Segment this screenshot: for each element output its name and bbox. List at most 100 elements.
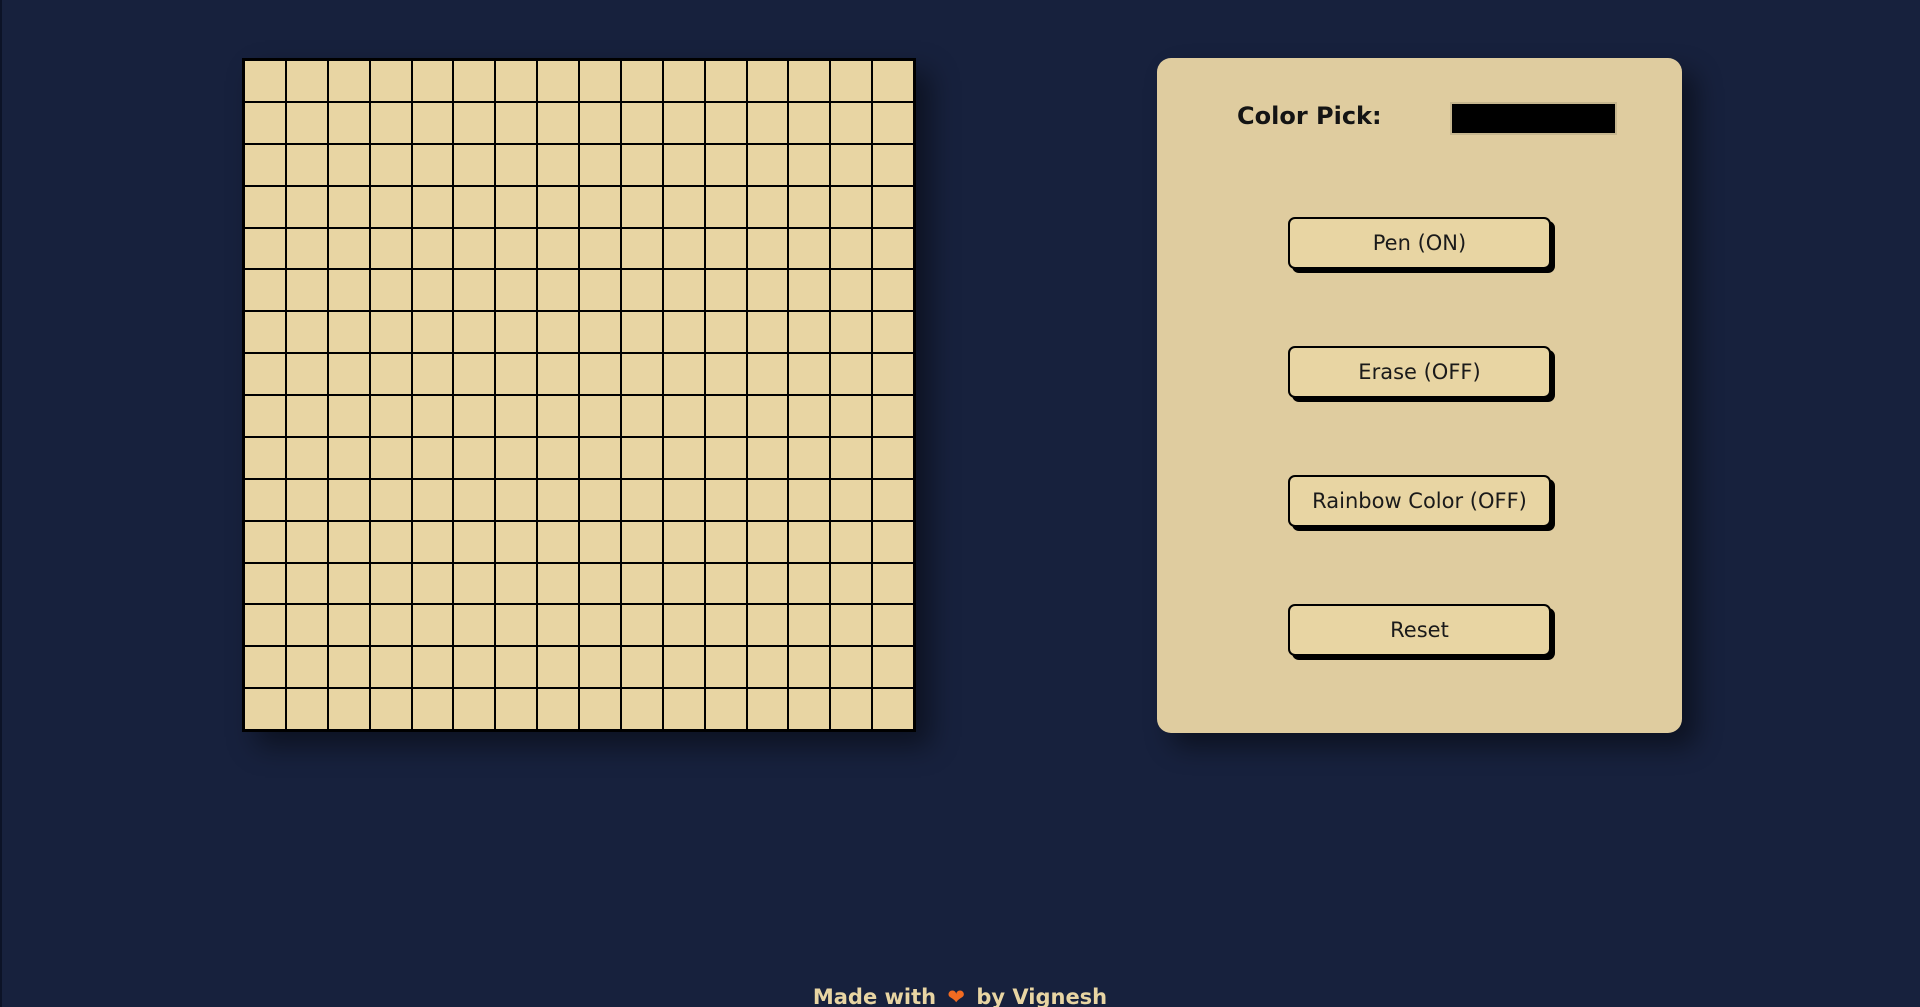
grid-cell[interactable] <box>788 478 831 521</box>
grid-cell[interactable] <box>537 520 579 563</box>
grid-cell[interactable] <box>327 646 370 689</box>
grid-cell[interactable] <box>662 520 705 563</box>
grid-cell[interactable] <box>327 269 370 312</box>
grid-cell[interactable] <box>662 688 705 730</box>
grid-cell[interactable] <box>662 395 705 437</box>
grid-cell[interactable] <box>662 269 705 312</box>
grid-cell[interactable] <box>411 520 454 563</box>
grid-cell[interactable] <box>495 311 538 354</box>
grid-cell[interactable] <box>788 436 831 479</box>
grid-cell[interactable] <box>579 311 621 354</box>
grid-cell[interactable] <box>830 478 873 521</box>
grid-cell[interactable] <box>285 646 328 689</box>
grid-cell[interactable] <box>411 227 454 270</box>
grid-cell[interactable] <box>244 436 286 479</box>
grid-cell[interactable] <box>244 185 286 228</box>
grid-cell[interactable] <box>704 227 747 270</box>
grid-cell[interactable] <box>495 520 538 563</box>
grid-cell[interactable] <box>620 353 663 395</box>
grid-cell[interactable] <box>788 604 831 647</box>
grid-cell[interactable] <box>704 269 747 312</box>
grid-cell[interactable] <box>579 688 621 730</box>
grid-cell[interactable] <box>453 520 496 563</box>
grid-cell[interactable] <box>537 646 579 689</box>
grid-cell[interactable] <box>369 395 412 437</box>
grid-cell[interactable] <box>746 395 789 437</box>
grid-cell[interactable] <box>704 646 747 689</box>
grid-cell[interactable] <box>830 436 873 479</box>
grid-cell[interactable] <box>872 604 914 647</box>
grid-cell[interactable] <box>537 311 579 354</box>
grid-cell[interactable] <box>788 688 831 730</box>
grid-cell[interactable] <box>537 60 579 102</box>
grid-cell[interactable] <box>495 60 538 102</box>
grid-cell[interactable] <box>495 604 538 647</box>
grid-cell[interactable] <box>537 269 579 312</box>
grid-cell[interactable] <box>537 436 579 479</box>
sketch-grid[interactable] <box>242 58 916 732</box>
grid-cell[interactable] <box>579 520 621 563</box>
grid-cell[interactable] <box>411 478 454 521</box>
grid-cell[interactable] <box>704 311 747 354</box>
grid-cell[interactable] <box>285 185 328 228</box>
grid-cell[interactable] <box>579 436 621 479</box>
grid-cell[interactable] <box>369 60 412 102</box>
grid-cell[interactable] <box>244 520 286 563</box>
grid-cell[interactable] <box>579 101 621 144</box>
grid-cell[interactable] <box>746 646 789 689</box>
grid-cell[interactable] <box>244 562 286 605</box>
grid-cell[interactable] <box>872 353 914 395</box>
grid-cell[interactable] <box>620 269 663 312</box>
grid-cell[interactable] <box>746 185 789 228</box>
grid-cell[interactable] <box>579 185 621 228</box>
grid-cell[interactable] <box>285 395 328 437</box>
grid-cell[interactable] <box>244 478 286 521</box>
grid-cell[interactable] <box>327 185 370 228</box>
grid-cell[interactable] <box>830 520 873 563</box>
grid-cell[interactable] <box>662 101 705 144</box>
grid-cell[interactable] <box>662 60 705 102</box>
grid-cell[interactable] <box>830 269 873 312</box>
grid-cell[interactable] <box>369 520 412 563</box>
grid-cell[interactable] <box>495 436 538 479</box>
grid-cell[interactable] <box>620 436 663 479</box>
grid-cell[interactable] <box>746 311 789 354</box>
grid-cell[interactable] <box>704 353 747 395</box>
grid-cell[interactable] <box>579 353 621 395</box>
grid-cell[interactable] <box>411 604 454 647</box>
grid-cell[interactable] <box>830 395 873 437</box>
grid-cell[interactable] <box>495 269 538 312</box>
grid-cell[interactable] <box>662 604 705 647</box>
grid-cell[interactable] <box>369 227 412 270</box>
reset-button[interactable]: Reset <box>1288 604 1551 656</box>
grid-cell[interactable] <box>579 562 621 605</box>
grid-cell[interactable] <box>495 101 538 144</box>
grid-cell[interactable] <box>369 604 412 647</box>
grid-cell[interactable] <box>746 269 789 312</box>
grid-cell[interactable] <box>369 646 412 689</box>
grid-cell[interactable] <box>872 311 914 354</box>
grid-cell[interactable] <box>746 353 789 395</box>
grid-cell[interactable] <box>579 227 621 270</box>
grid-cell[interactable] <box>872 227 914 270</box>
grid-cell[interactable] <box>537 478 579 521</box>
grid-cell[interactable] <box>537 101 579 144</box>
grid-cell[interactable] <box>244 395 286 437</box>
grid-cell[interactable] <box>285 604 328 647</box>
grid-cell[interactable] <box>453 185 496 228</box>
grid-cell[interactable] <box>830 143 873 186</box>
grid-cell[interactable] <box>369 101 412 144</box>
grid-cell[interactable] <box>453 604 496 647</box>
grid-cell[interactable] <box>411 562 454 605</box>
grid-cell[interactable] <box>788 60 831 102</box>
grid-cell[interactable] <box>537 143 579 186</box>
grid-cell[interactable] <box>453 478 496 521</box>
grid-cell[interactable] <box>620 227 663 270</box>
grid-cell[interactable] <box>788 395 831 437</box>
grid-cell[interactable] <box>285 520 328 563</box>
grid-cell[interactable] <box>788 143 831 186</box>
grid-cell[interactable] <box>453 269 496 312</box>
grid-cell[interactable] <box>453 562 496 605</box>
grid-cell[interactable] <box>620 478 663 521</box>
grid-cell[interactable] <box>537 604 579 647</box>
